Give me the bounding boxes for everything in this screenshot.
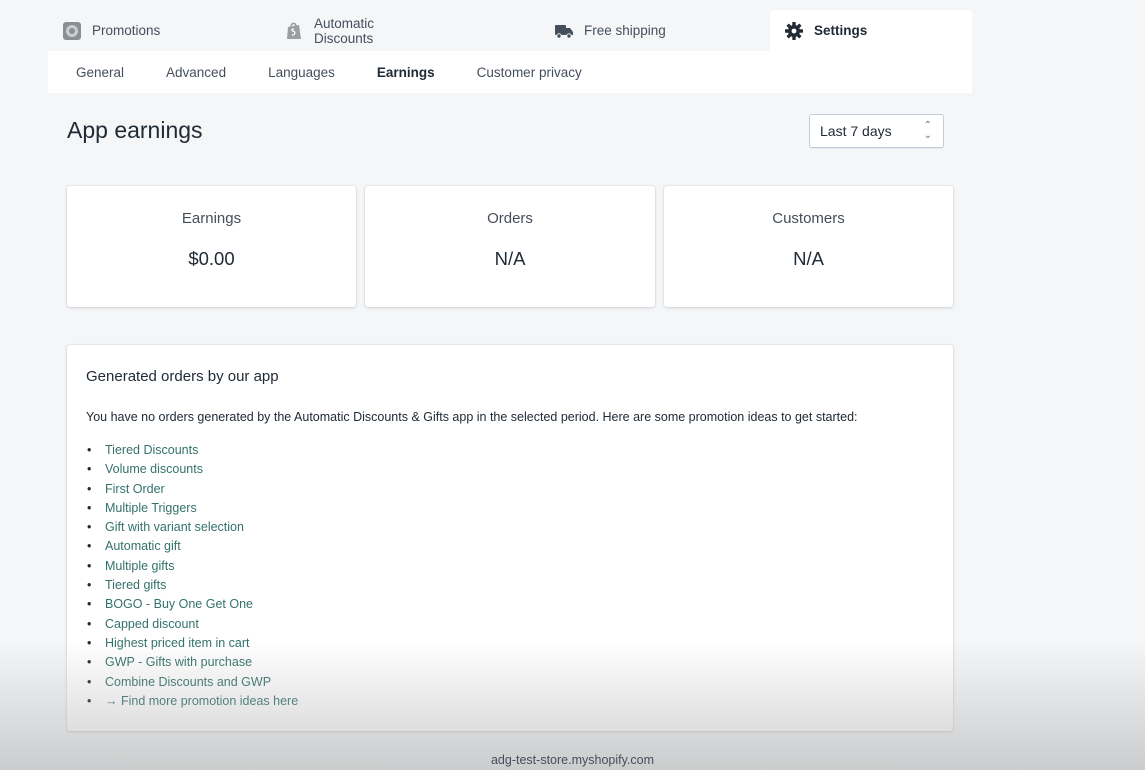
promotion-idea-link[interactable]: Combine Discounts and GWP bbox=[86, 673, 934, 693]
tab-label: Free shipping bbox=[584, 23, 666, 38]
generated-orders-card: Generated orders by our app You have no … bbox=[67, 345, 953, 731]
subnav-advanced[interactable]: Advanced bbox=[166, 65, 226, 80]
subnav-customer-privacy[interactable]: Customer privacy bbox=[477, 65, 582, 80]
store-domain: adg-test-store.myshopify.com bbox=[490, 753, 655, 767]
card-title: Generated orders by our app bbox=[86, 368, 279, 385]
settings-sub-nav: General Advanced Languages Earnings Cust… bbox=[48, 51, 972, 93]
stat-card-earnings: Earnings $0.00 bbox=[67, 186, 356, 307]
tab-label: Automatic Discounts bbox=[314, 15, 375, 46]
stat-label: Earnings bbox=[181, 210, 242, 227]
stat-value: N/A bbox=[793, 248, 824, 269]
select-arrows-icon: ⌃ ⌄ bbox=[923, 120, 932, 141]
promotion-idea-link[interactable]: Capped discount bbox=[86, 615, 934, 635]
gear-icon bbox=[784, 21, 804, 41]
tab-label: Settings bbox=[814, 23, 868, 38]
promotion-idea-link[interactable]: BOGO - Buy One Get One bbox=[86, 595, 934, 615]
promotion-ideas-list: Tiered Discounts Volume discounts First … bbox=[86, 441, 934, 711]
promotion-idea-link[interactable]: Multiple Triggers bbox=[86, 499, 934, 519]
subnav-languages[interactable]: Languages bbox=[268, 65, 335, 80]
stat-card-customers: Customers N/A bbox=[664, 186, 953, 307]
app-tabs: Promotions Automatic Discounts Free ship… bbox=[48, 10, 972, 51]
find-more-ideas-link[interactable]: → Find more promotion ideas here bbox=[86, 692, 934, 712]
shopify-bag-icon bbox=[284, 21, 304, 41]
stat-value: $0.00 bbox=[188, 248, 235, 269]
stat-label: Customers bbox=[772, 210, 845, 227]
promotion-idea-link[interactable]: Highest priced item in cart bbox=[86, 634, 934, 654]
promotion-idea-link[interactable]: Automatic gift bbox=[86, 537, 934, 557]
stat-card-orders: Orders N/A bbox=[365, 186, 655, 307]
promotion-idea-link[interactable]: Gift with variant selection bbox=[86, 518, 934, 538]
tab-settings[interactable]: Settings bbox=[770, 10, 972, 51]
tab-free-shipping[interactable]: Free shipping bbox=[554, 10, 666, 51]
stat-value: N/A bbox=[494, 248, 526, 269]
period-select[interactable]: Last 7 days ⌃ ⌄ bbox=[809, 114, 944, 148]
subnav-earnings[interactable]: Earnings bbox=[377, 65, 435, 80]
promotion-idea-link[interactable]: GWP - Gifts with purchase bbox=[86, 653, 934, 673]
card-description: You have no orders generated by the Auto… bbox=[86, 410, 858, 424]
promotion-idea-link[interactable]: Multiple gifts bbox=[86, 557, 934, 577]
stat-label: Orders bbox=[487, 210, 533, 227]
promotion-idea-link[interactable]: Tiered gifts bbox=[86, 576, 934, 596]
promotion-idea-link[interactable]: First Order bbox=[86, 480, 934, 500]
subnav-general[interactable]: General bbox=[76, 65, 124, 80]
page-title: App earnings bbox=[67, 117, 203, 143]
promotion-idea-link[interactable]: Volume discounts bbox=[86, 460, 934, 480]
promotion-idea-link[interactable]: Tiered Discounts bbox=[86, 441, 934, 461]
period-select-value: Last 7 days bbox=[820, 123, 892, 139]
truck-icon bbox=[554, 21, 574, 41]
tab-automatic-discounts[interactable]: Automatic Discounts bbox=[48, 10, 374, 51]
